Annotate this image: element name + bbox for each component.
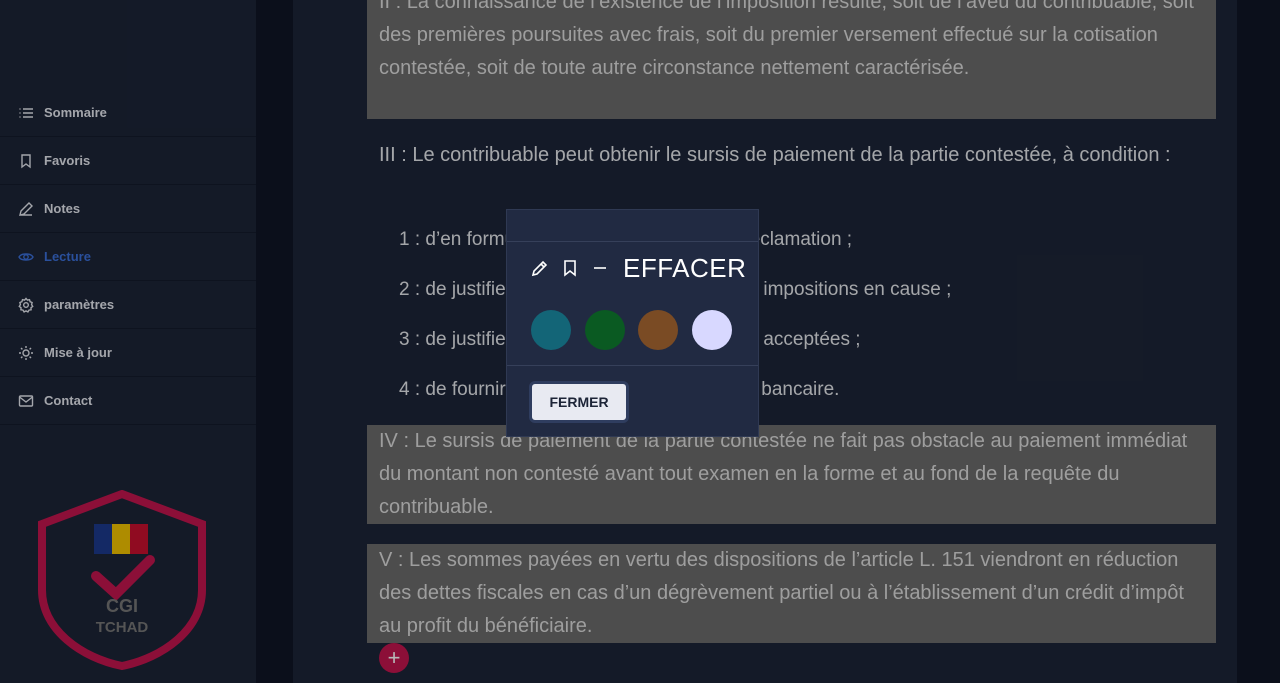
- fermer-button[interactable]: FERMER: [529, 381, 629, 423]
- sidebar-item-parametres[interactable]: paramètres: [0, 281, 256, 329]
- sun-icon: [18, 345, 34, 361]
- paragraph-iii[interactable]: III : Le contribuable peut obtenir le su…: [367, 139, 1216, 172]
- bookmark-icon[interactable]: [561, 259, 579, 277]
- sidebar-item-notes[interactable]: Notes: [0, 185, 256, 233]
- divider: [507, 241, 758, 242]
- color-swatch-green[interactable]: [584, 310, 625, 350]
- gear-icon: [18, 296, 34, 313]
- sidebar-item-label: Lecture: [44, 249, 91, 264]
- divider: [507, 365, 758, 366]
- sidebar-item-label: Notes: [44, 201, 81, 216]
- cgi-tchad-logo: CGI TCHAD: [38, 490, 206, 670]
- gutter-left: [256, 0, 293, 683]
- sidebar: Sommaire Favoris Notes Lecture paramètre…: [0, 0, 256, 683]
- minus-icon[interactable]: [591, 259, 609, 277]
- color-swatch-lavender[interactable]: [691, 310, 732, 350]
- highlight-popup: EFFACER FERMER: [506, 209, 759, 437]
- popup-toolbar: EFFACER: [531, 253, 746, 284]
- gutter-right: [1237, 0, 1280, 683]
- sidebar-item-label: paramètres: [44, 297, 115, 312]
- sidebar-nav: Sommaire Favoris Notes Lecture paramètre…: [0, 89, 256, 425]
- sidebar-item-label: Mise à jour: [44, 345, 112, 360]
- sidebar-item-favoris[interactable]: Favoris: [0, 137, 256, 185]
- effacer-button[interactable]: EFFACER: [623, 253, 746, 284]
- sidebar-item-lecture[interactable]: Lecture: [0, 233, 256, 281]
- sidebar-item-sommaire[interactable]: Sommaire: [0, 89, 256, 137]
- paragraph-v[interactable]: V : Les sommes payées en vertu des dispo…: [367, 544, 1216, 643]
- bookmark-icon: [18, 153, 34, 169]
- pencil-icon[interactable]: [531, 259, 549, 277]
- list-icon: [18, 105, 34, 121]
- sidebar-item-contact[interactable]: Contact: [0, 377, 256, 425]
- color-swatch-teal[interactable]: [531, 310, 571, 350]
- svg-text:CGI: CGI: [106, 596, 138, 616]
- sidebar-item-label: Contact: [44, 393, 93, 408]
- mail-icon: [18, 393, 34, 409]
- sidebar-item-mise-a-jour[interactable]: Mise à jour: [0, 329, 256, 377]
- paragraph-iv[interactable]: IV : Le sursis de paiement de la partie …: [367, 425, 1216, 524]
- eye-icon: [18, 249, 34, 265]
- sidebar-item-label: Sommaire: [44, 105, 107, 120]
- sidebar-item-label: Favoris: [44, 153, 91, 168]
- pencil-icon: [18, 201, 34, 217]
- color-swatch-brown[interactable]: [638, 310, 678, 350]
- svg-text:TCHAD: TCHAD: [96, 619, 149, 636]
- add-note-button[interactable]: +: [379, 643, 409, 673]
- color-swatches: [531, 310, 745, 350]
- paragraph-ii[interactable]: II : La connaissance de l’existence de l…: [367, 0, 1216, 119]
